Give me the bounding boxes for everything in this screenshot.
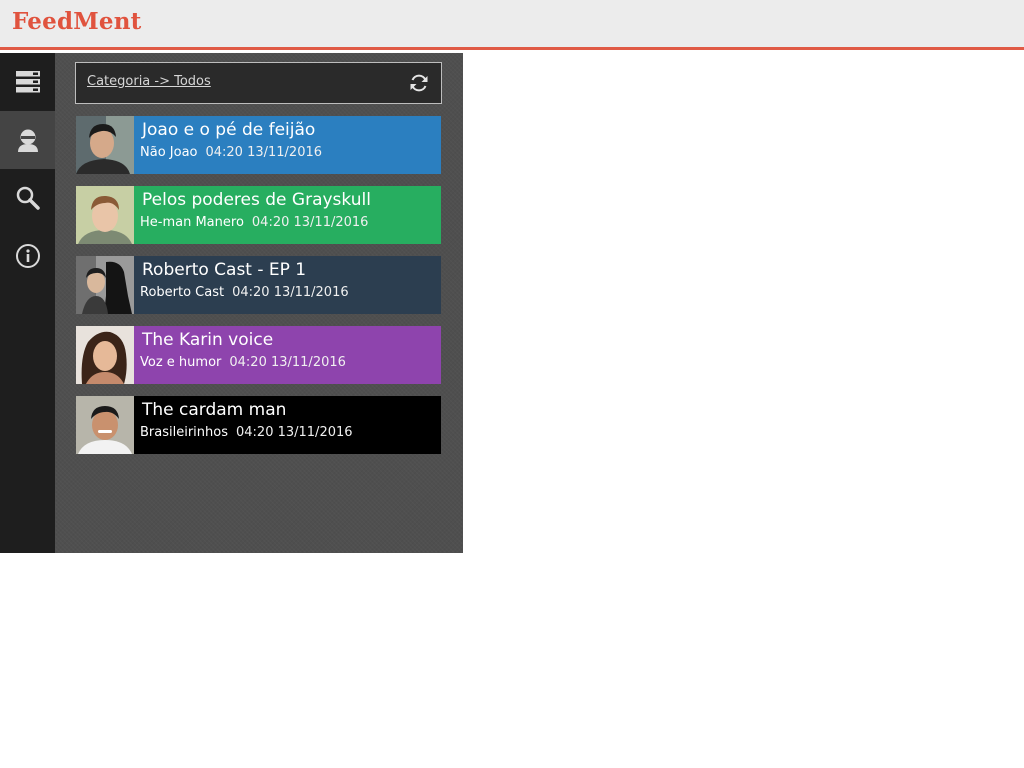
feed-title: Roberto Cast - EP 1 xyxy=(142,260,307,280)
nav-item-info[interactable] xyxy=(0,227,55,285)
feed-author: Brasileirinhos xyxy=(140,425,228,440)
avatar xyxy=(76,396,134,454)
nav-item-profile[interactable] xyxy=(0,111,55,169)
search-icon xyxy=(16,186,40,210)
avatar xyxy=(76,116,134,174)
feed-author: Não Joao xyxy=(140,145,198,160)
feed-item[interactable]: The cardam man Brasileirinhos 04:20 13/11… xyxy=(76,396,441,454)
refresh-icon[interactable] xyxy=(408,72,430,94)
side-nav xyxy=(0,53,55,553)
feed-item[interactable]: Pelos poderes de Grayskull He-man Manero… xyxy=(76,186,441,244)
feed-meta: Voz e humor 04:20 13/11/2016 xyxy=(140,355,346,370)
feed-author: He-man Manero xyxy=(140,215,244,230)
feed-item[interactable]: Roberto Cast - EP 1 Roberto Cast 04:20 13… xyxy=(76,256,441,314)
feed-meta: Roberto Cast 04:20 13/11/2016 xyxy=(140,285,349,300)
nav-item-list[interactable] xyxy=(0,53,55,111)
category-bar: Categoria -> Todos xyxy=(75,62,442,104)
avatar-image xyxy=(76,186,134,244)
avatar-image xyxy=(76,256,134,314)
feed-item[interactable]: The Karin voice Voz e humor 04:20 13/11/2… xyxy=(76,326,441,384)
feed-timestamp: 04:20 13/11/2016 xyxy=(232,285,349,300)
feed-item[interactable]: Joao e o pé de feijão Não Joao 04:20 13/1… xyxy=(76,116,441,174)
avatar xyxy=(76,186,134,244)
feed-timestamp: 04:20 13/11/2016 xyxy=(251,215,369,230)
avatar xyxy=(76,326,134,384)
feed-title: Joao e o pé de feijão xyxy=(142,120,316,140)
feed-panel: Categoria -> Todos Joao e o pé de feijão… xyxy=(55,53,463,553)
feed-meta: Não Joao 04:20 13/11/2016 xyxy=(140,145,322,160)
feed-meta: He-man Manero 04:20 13/11/2016 xyxy=(140,215,368,230)
feed-author: Roberto Cast xyxy=(140,285,225,300)
feed-title: The Karin voice xyxy=(142,330,274,350)
app-logo[interactable]: FeedMent xyxy=(12,8,141,35)
feed-timestamp: 04:20 13/11/2016 xyxy=(205,145,323,160)
avatar-image xyxy=(76,396,134,454)
avatar-image xyxy=(76,326,134,384)
feed-timestamp: 04:20 13/11/2016 xyxy=(236,425,353,440)
feed-title: Pelos poderes de Grayskull xyxy=(142,190,371,210)
avatar-image xyxy=(76,116,134,174)
user-icon xyxy=(17,129,38,152)
feed-meta: Brasileirinhos 04:20 13/11/2016 xyxy=(140,425,353,440)
feed-title: The cardam man xyxy=(142,400,287,420)
info-icon xyxy=(15,244,40,268)
feed-timestamp: 04:20 13/11/2016 xyxy=(229,355,346,370)
feed-author: Voz e humor xyxy=(140,355,222,370)
list-icon xyxy=(15,71,40,93)
avatar xyxy=(76,256,134,314)
category-filter-link[interactable]: Categoria -> Todos xyxy=(87,74,211,89)
top-bar: FeedMent xyxy=(0,0,1024,50)
nav-item-search[interactable] xyxy=(0,169,55,227)
